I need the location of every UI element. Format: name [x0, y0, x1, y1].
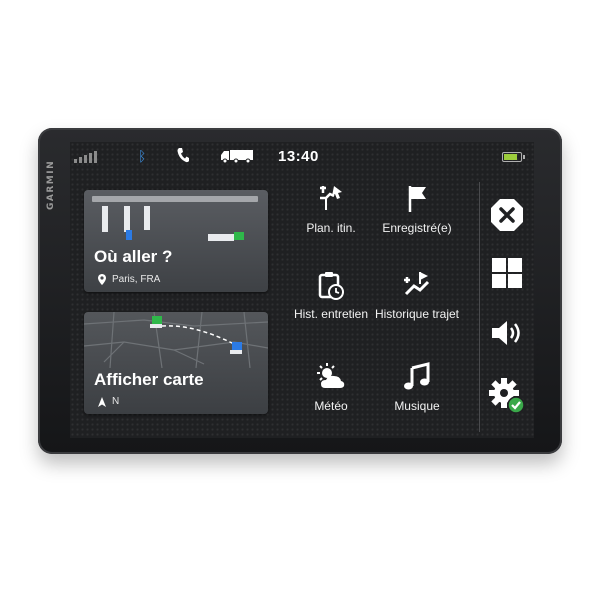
weather-icon [317, 363, 345, 388]
apps-grid-icon [492, 258, 522, 288]
settings-icon [489, 378, 525, 414]
screen: ᛒ 13:40 Où aller ? Paris, FRA Afficher c… [70, 142, 534, 438]
saved-flag-icon [408, 186, 426, 212]
truck-icon [220, 149, 254, 164]
signal-icon [74, 150, 100, 163]
where-to-title: Où aller ? [94, 247, 173, 266]
clock: 13:40 [278, 148, 319, 165]
view-map-card[interactable]: Afficher carte N [84, 312, 268, 414]
music-button[interactable]: Musique [372, 362, 462, 438]
service-history-icon [318, 272, 344, 300]
map-heading: N [98, 396, 119, 407]
where-to-illustration-icon [92, 196, 258, 241]
trip-history-label: Historique trajet [374, 307, 460, 321]
weather-button[interactable]: Météo [286, 362, 376, 438]
heading-label: N [112, 396, 120, 407]
saved-button[interactable]: Enregistré(e) [372, 184, 462, 268]
trip-planner-button[interactable]: Plan. itin. [286, 184, 376, 268]
where-to-location: Paris, FRA [98, 274, 160, 285]
settings-button[interactable] [488, 376, 526, 414]
phone-icon[interactable] [176, 147, 190, 167]
close-button[interactable] [488, 196, 526, 234]
service-history-button[interactable]: Hist. entretien [286, 270, 376, 354]
north-arrow-icon [98, 396, 106, 407]
trip-history-button[interactable]: Historique trajet [372, 270, 462, 354]
location-pin-icon [98, 274, 106, 285]
status-bar: ᛒ 13:40 [70, 142, 534, 172]
music-label: Musique [394, 399, 440, 413]
view-map-title: Afficher carte [94, 370, 204, 389]
trip-planner-label: Plan. itin. [306, 221, 356, 235]
map-preview-icon [84, 312, 268, 368]
volume-button[interactable] [488, 314, 526, 352]
trip-planner-icon [320, 186, 342, 210]
weather-label: Météo [314, 399, 348, 413]
music-icon [404, 362, 430, 390]
bluetooth-icon[interactable]: ᛒ [138, 148, 146, 164]
trip-history-icon [404, 272, 430, 296]
saved-label: Enregistré(e) [382, 221, 452, 235]
close-icon [491, 199, 523, 231]
service-history-label: Hist. entretien [293, 307, 369, 321]
brand-logo: GARMIN [46, 159, 56, 211]
sidebar-divider [479, 182, 480, 432]
battery-icon [502, 152, 525, 162]
where-to-card[interactable]: Où aller ? Paris, FRA [84, 190, 268, 292]
volume-icon [492, 321, 520, 345]
location-label: Paris, FRA [112, 274, 161, 285]
apps-menu-button[interactable] [488, 254, 526, 292]
